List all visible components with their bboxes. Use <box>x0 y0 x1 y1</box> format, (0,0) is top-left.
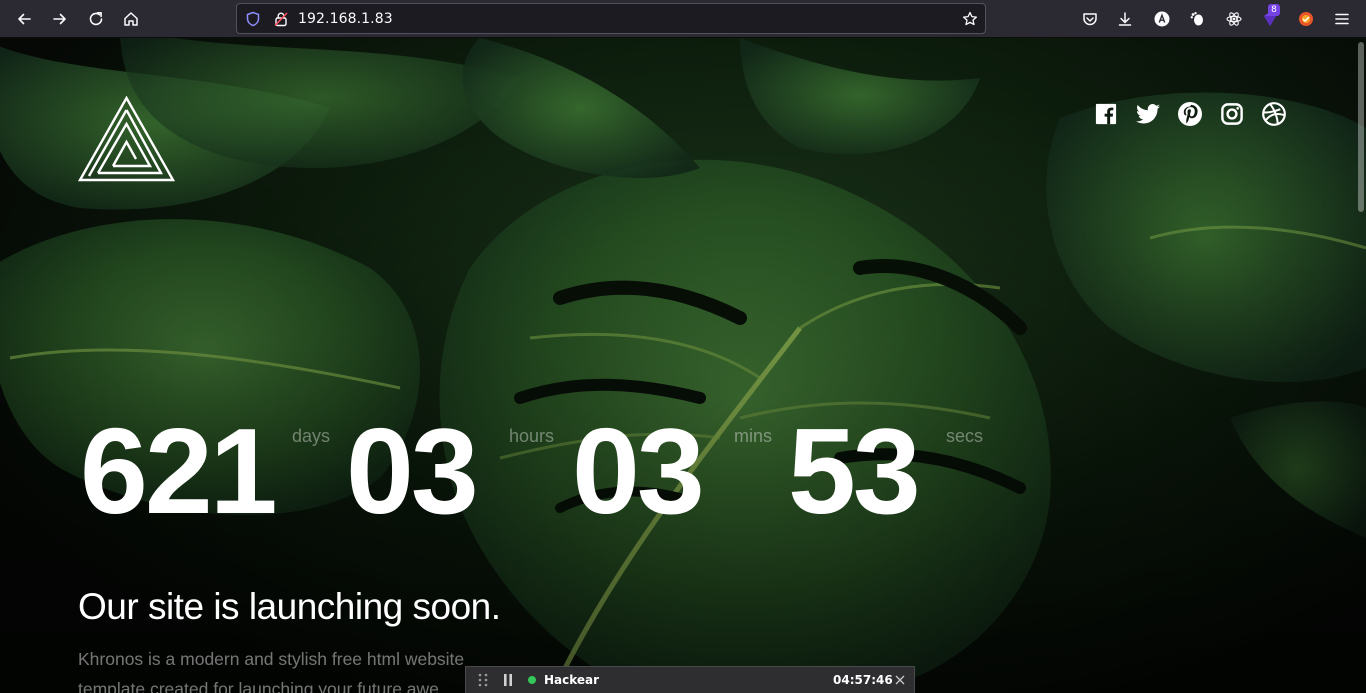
pinterest-link[interactable] <box>1176 100 1204 128</box>
downloads-button[interactable] <box>1111 5 1139 33</box>
home-icon <box>124 12 138 26</box>
countdown-hours-label: hours <box>509 426 555 446</box>
back-button[interactable] <box>10 5 38 33</box>
pocket-icon <box>1083 13 1097 26</box>
app-menu-button[interactable] <box>1328 5 1356 33</box>
dribbble-icon <box>1262 102 1286 126</box>
arrow-left-icon <box>18 13 31 25</box>
site-logo[interactable] <box>78 96 175 182</box>
browser-toolbar: 192.168.1.83 8 <box>0 0 1366 38</box>
facebook-icon <box>1095 103 1117 125</box>
screen-recorder-bar: Hackear 04:57:46 <box>465 666 915 693</box>
forward-button[interactable] <box>46 5 74 33</box>
pocket-button[interactable] <box>1076 5 1104 33</box>
star-icon[interactable] <box>962 11 978 27</box>
gnome-extension-button[interactable] <box>1183 5 1211 33</box>
pause-icon[interactable] <box>503 674 513 686</box>
insecure-lock-icon[interactable] <box>273 11 289 27</box>
pinterest-icon <box>1178 102 1202 126</box>
url-bar[interactable]: 192.168.1.83 <box>236 3 986 34</box>
drag-handle-icon[interactable] <box>478 673 488 687</box>
countdown-secs-label: secs <box>946 426 984 446</box>
hamburger-menu-icon <box>1335 13 1349 25</box>
react-devtools-button[interactable] <box>1220 5 1248 33</box>
page-scrollbar[interactable] <box>1358 42 1364 212</box>
countdown-days-value: 621 <box>80 403 278 539</box>
facebook-link[interactable] <box>1092 100 1120 128</box>
home-button[interactable] <box>117 5 145 33</box>
countdown-mins-value: 03 <box>572 403 705 539</box>
arrow-right-icon <box>53 13 66 25</box>
countdown-mins-label: mins <box>734 426 773 446</box>
extension-badge-count: 8 <box>1268 4 1280 16</box>
page-viewport: 621 days 03 hours 03 mins 53 secs Our si… <box>0 38 1366 693</box>
url-text[interactable]: 192.168.1.83 <box>298 11 393 27</box>
twitter-icon <box>1136 104 1160 124</box>
react-atom-icon <box>1226 12 1242 26</box>
wappalyzer-extension-button[interactable] <box>1292 5 1320 33</box>
dribbble-link[interactable] <box>1260 100 1288 128</box>
reload-icon <box>89 12 103 26</box>
page-headline: Our site is launching soon. <box>78 586 501 627</box>
account-avatar-icon <box>1154 11 1170 27</box>
bug-extension-icon <box>1299 12 1313 26</box>
close-icon[interactable] <box>895 675 905 685</box>
recording-title: Hackear <box>544 673 600 687</box>
gnome-foot-icon <box>1190 12 1203 26</box>
shield-icon[interactable] <box>245 11 261 27</box>
countdown-hours-value: 03 <box>346 403 479 539</box>
instagram-icon <box>1221 103 1243 125</box>
recording-timer: 04:57:46 <box>833 673 893 687</box>
instagram-link[interactable] <box>1218 100 1246 128</box>
recording-status-dot <box>528 676 536 684</box>
download-icon <box>1118 12 1132 26</box>
countdown-days-label: days <box>292 426 331 446</box>
reload-button[interactable] <box>82 5 110 33</box>
page-description: Khronos is a modern and stylish free htm… <box>78 649 465 693</box>
account-extension-button[interactable] <box>1148 5 1176 33</box>
countdown-secs-value: 53 <box>788 403 921 539</box>
twitter-link[interactable] <box>1134 100 1162 128</box>
